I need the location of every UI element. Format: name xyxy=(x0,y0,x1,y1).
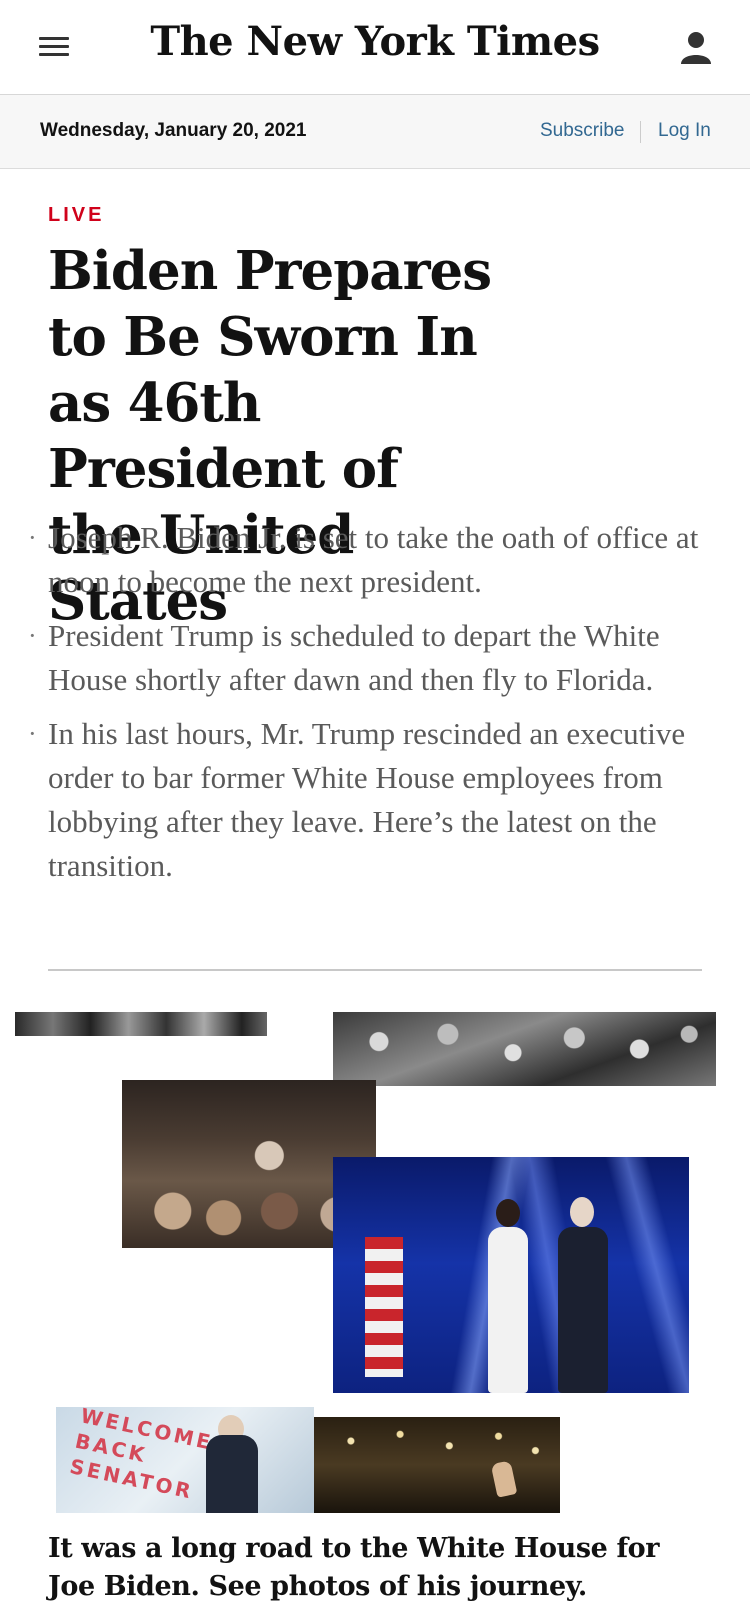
live-label: LIVE xyxy=(48,204,105,226)
figure-suit xyxy=(206,1435,258,1513)
user-account-icon[interactable] xyxy=(680,30,712,66)
summary-bullet[interactable]: In his last hours, Mr. Trump rescinded a… xyxy=(28,712,718,888)
raised-hand-graphic xyxy=(490,1460,518,1498)
collage-photo-crowd-bw[interactable] xyxy=(333,1012,716,1086)
flag-graphic xyxy=(365,1237,403,1377)
figure-dark-suit xyxy=(558,1227,608,1393)
link-divider xyxy=(640,121,641,143)
collage-photo-crowd-strip[interactable] xyxy=(15,1012,267,1036)
figure-white-suit xyxy=(488,1227,528,1393)
date-bar: Wednesday, January 20, 2021 Subscribe Lo… xyxy=(0,95,750,169)
summary-bullet: Joseph R. Biden Jr. is set to take the o… xyxy=(28,516,718,604)
top-navigation-bar: The New York Times xyxy=(0,0,750,95)
login-link[interactable]: Log In xyxy=(658,120,711,142)
collage-photo-victory-stage[interactable] xyxy=(333,1157,689,1393)
gallery-caption-link[interactable]: It was a long road to the White House fo… xyxy=(48,1530,688,1606)
figure-head xyxy=(570,1197,594,1227)
current-date: Wednesday, January 20, 2021 xyxy=(40,120,307,141)
summary-bullet-list: Joseph R. Biden Jr. is set to take the o… xyxy=(28,516,718,898)
figure-head xyxy=(496,1199,520,1227)
nyt-logo[interactable]: The New York Times xyxy=(0,18,750,65)
section-divider xyxy=(48,969,702,971)
collage-photo-rally-night[interactable] xyxy=(314,1417,560,1513)
summary-bullet: President Trump is scheduled to depart t… xyxy=(28,614,718,702)
subscribe-link[interactable]: Subscribe xyxy=(540,120,625,142)
collage-photo-welcome-back[interactable]: WELCOME BACK SENATOR xyxy=(56,1407,314,1513)
